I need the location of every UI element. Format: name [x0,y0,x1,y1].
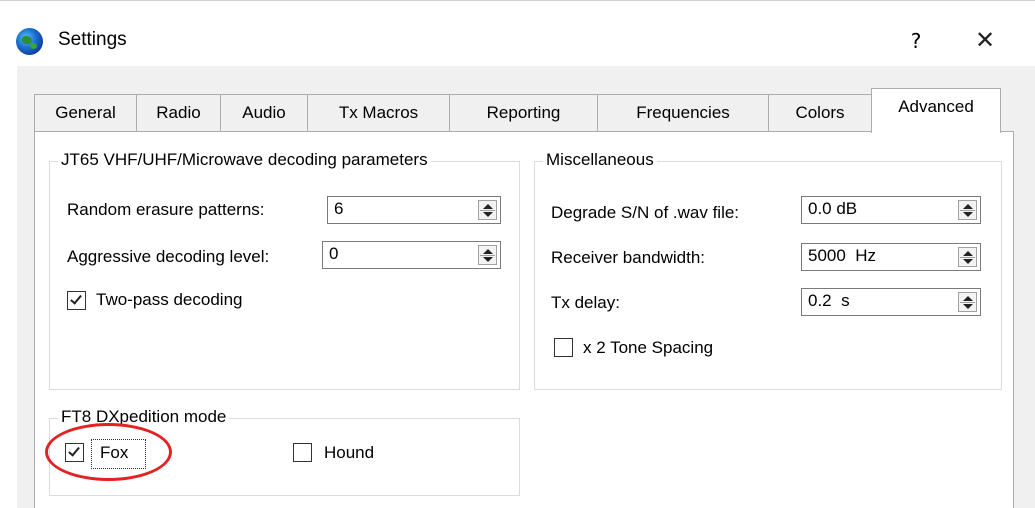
tx-delay-spinbox[interactable]: 0.2 s [801,288,981,316]
tab-frequencies[interactable]: Frequencies [597,94,769,132]
two-pass-label: Two-pass decoding [96,290,243,309]
spin-arrows-icon[interactable] [958,200,977,220]
ft8-group-title: FT8 DXpedition mode [58,407,230,427]
spin-arrows-icon[interactable] [478,200,497,220]
tab-bar: General Radio Audio Tx Macros Reporting … [34,88,1014,133]
tone-spacing-label: x 2 Tone Spacing [583,338,714,357]
receiver-bandwidth-label: Receiver bandwidth: [551,248,706,267]
misc-group-title: Miscellaneous [543,150,657,170]
random-erasure-value: 6 [334,199,344,218]
spin-arrows-icon[interactable] [478,245,497,265]
close-button[interactable]: ✕ [960,23,1010,57]
help-button[interactable]: ? [896,25,936,57]
tone-spacing-checkbox[interactable] [554,338,573,357]
hound-checkbox[interactable] [293,443,312,462]
receiver-bandwidth-spinbox[interactable]: 5000 Hz [801,243,981,271]
hound-label: Hound [324,443,375,462]
degrade-sn-label: Degrade S/N of .wav file: [551,203,740,222]
red-highlight-ring [45,423,172,481]
spin-arrows-icon[interactable] [958,247,977,267]
degrade-sn-spinbox[interactable]: 0.0 dB [801,196,981,224]
aggressive-level-value: 0 [329,244,339,263]
tab-advanced[interactable]: Advanced [871,88,1001,133]
spin-arrows-icon[interactable] [958,292,977,312]
tx-delay-label: Tx delay: [551,293,620,312]
aggressive-level-label: Aggressive decoding level: [67,247,270,266]
jt65-group-title: JT65 VHF/UHF/Microwave decoding paramete… [58,150,431,170]
tab-radio[interactable]: Radio [136,94,221,132]
checkmark-icon [70,292,82,305]
two-pass-checkbox[interactable] [67,291,86,310]
tab-reporting[interactable]: Reporting [449,94,598,132]
title-bar: Settings ? ✕ [0,0,1035,66]
tab-general[interactable]: General [34,94,137,132]
random-erasure-label: Random erasure patterns: [67,200,265,219]
tab-tx-macros[interactable]: Tx Macros [307,94,450,132]
tab-colors[interactable]: Colors [768,94,872,132]
aggressive-level-spinbox[interactable]: 0 [322,241,501,269]
random-erasure-spinbox[interactable]: 6 [327,196,501,224]
receiver-bandwidth-value: 5000 Hz [808,246,877,265]
degrade-sn-value: 0.0 dB [808,199,858,218]
tab-audio[interactable]: Audio [220,94,308,132]
window-title: Settings [58,29,127,50]
app-globe-icon [16,28,43,55]
tx-delay-value: 0.2 s [808,291,850,310]
